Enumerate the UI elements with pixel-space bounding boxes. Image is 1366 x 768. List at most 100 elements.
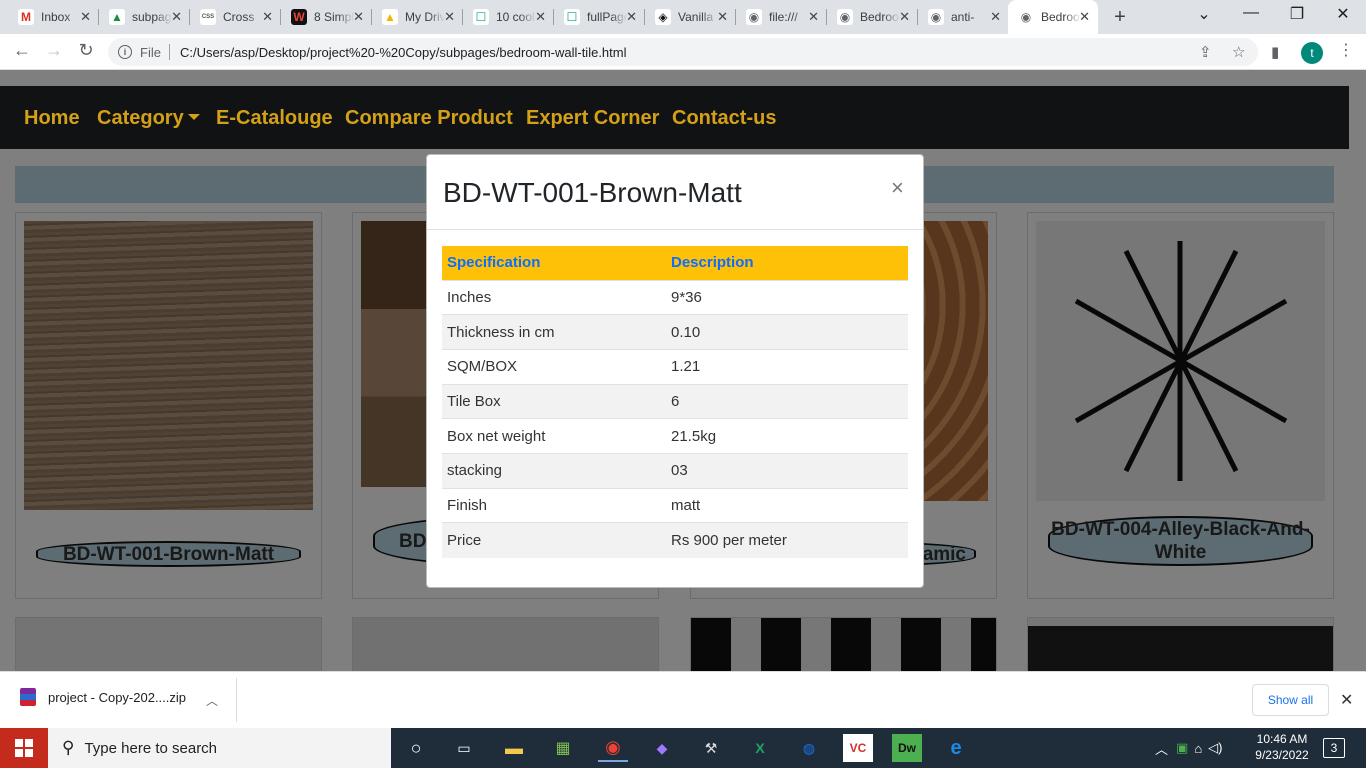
reload-icon[interactable]: ↻ <box>74 40 98 61</box>
browser-tab[interactable]: M Inbox ✕ <box>10 5 99 29</box>
spec-value: Rs 900 per meter <box>666 522 908 558</box>
browser-tab[interactable]: ◈ Vanilla ✕ <box>647 5 736 29</box>
volume-icon[interactable]: ◁) <box>1208 740 1222 756</box>
nav-home-link[interactable]: Home <box>24 107 80 130</box>
close-window-button[interactable]: ✕ <box>1331 4 1355 24</box>
search-icon: ⚲ <box>62 738 75 757</box>
archive-icon <box>20 688 36 706</box>
modal-divider <box>427 229 923 230</box>
close-tab-icon[interactable]: ✕ <box>262 9 273 25</box>
globe-icon: ◉ <box>928 9 944 25</box>
back-arrow-icon[interactable]: ← <box>10 40 34 61</box>
nav-category-dropdown[interactable]: Category <box>97 107 200 130</box>
tab-title: 8 Simple <box>314 10 354 24</box>
chevron-up-icon[interactable]: ︿ <box>1155 739 1168 758</box>
close-tab-icon[interactable]: ✕ <box>171 9 182 25</box>
taskbar-search-box[interactable]: ⚲ Type here to search <box>48 728 391 768</box>
store-icon[interactable]: ▦ <box>548 734 578 762</box>
close-tab-icon[interactable]: ✕ <box>717 9 728 25</box>
close-tab-icon[interactable]: ✕ <box>80 9 91 25</box>
tab-title: My Drive <box>405 10 445 24</box>
cortana-icon[interactable]: ○ <box>401 734 431 762</box>
system-clock[interactable]: 10:46 AM 9/23/2022 <box>1252 731 1312 763</box>
profile-avatar[interactable]: t <box>1301 42 1323 64</box>
drive-icon: ▲ <box>382 9 398 25</box>
close-tab-icon[interactable]: ✕ <box>899 9 910 25</box>
browser-tab[interactable]: ▲ My Drive✕ <box>374 5 463 29</box>
side-panel-icon[interactable]: ▮ <box>1271 43 1279 61</box>
column-header: Specification <box>442 246 666 280</box>
table-row: Tile Box 6 <box>442 383 908 419</box>
notification-center-icon[interactable]: 3 <box>1323 738 1345 758</box>
close-tab-icon[interactable]: ✕ <box>444 9 455 25</box>
bookmark-star-icon[interactable]: ☆ <box>1232 43 1245 61</box>
windows-start-button[interactable] <box>0 728 48 768</box>
share-icon[interactable]: ⇪ <box>1199 43 1212 61</box>
file-explorer-icon[interactable]: ▬ <box>499 734 529 762</box>
spec-name: Finish <box>442 487 666 523</box>
close-icon[interactable]: × <box>891 175 904 201</box>
browser-tab[interactable]: ☐ 10 cool ✕ <box>465 5 554 29</box>
network-icon[interactable]: ⌂ <box>1194 741 1202 756</box>
edge-icon[interactable]: e <box>941 734 971 762</box>
forward-arrow-icon[interactable]: → <box>42 40 66 61</box>
browser-tab[interactable]: CSS Cross ✕ <box>192 5 281 29</box>
browser-menu-icon[interactable]: ⋮ <box>1338 40 1354 60</box>
chevron-up-icon[interactable]: ︿ <box>206 692 218 709</box>
close-tab-icon[interactable]: ✕ <box>626 9 637 25</box>
tab-separator <box>553 9 554 25</box>
close-tab-icon[interactable]: ✕ <box>990 9 1001 25</box>
tab-separator <box>917 9 918 25</box>
tab-title: fullPage <box>587 10 627 24</box>
close-tab-icon[interactable]: ✕ <box>535 9 546 25</box>
browser-tab[interactable]: ▲ subpages✕ <box>101 5 190 29</box>
app-icon[interactable]: ◍ <box>794 734 824 762</box>
system-tray: ︿ ▣ ⌂ ◁) <box>1155 728 1223 768</box>
tray-app-icon[interactable]: ▣ <box>1176 740 1188 756</box>
browser-tab[interactable]: ◉ file:/// ✕ <box>738 5 827 29</box>
browser-tab[interactable]: W 8 Simple✕ <box>283 5 372 29</box>
close-tab-icon[interactable]: ✕ <box>808 9 819 25</box>
nav-compare-link[interactable]: Compare Product <box>345 107 513 130</box>
tab-search-icon[interactable]: ⌄ <box>1192 4 1216 24</box>
tools-icon[interactable]: ⚒ <box>696 734 726 762</box>
browser-tab[interactable]: ◉ Bedroom✕ <box>1008 0 1098 34</box>
minimize-button[interactable]: — <box>1239 4 1263 22</box>
close-tab-icon[interactable]: ✕ <box>353 9 364 25</box>
chrome-icon[interactable]: ◉ <box>598 734 628 762</box>
nav-category-label: Category <box>97 107 184 129</box>
table-row: Box net weight 21.5kg <box>442 418 908 454</box>
product-detail-modal: BD-WT-001-Brown-Matt × Specification Des… <box>426 154 924 588</box>
download-filename: project - Copy-202....zip <box>48 689 187 705</box>
spec-name: Thickness in cm <box>442 314 666 350</box>
file-scheme-label: File <box>140 44 161 60</box>
nav-expert-link[interactable]: Expert Corner <box>526 107 659 130</box>
vc-app-icon[interactable]: VC <box>843 734 873 762</box>
nav-ecatalogue-link[interactable]: E-Catalouge <box>216 107 333 130</box>
browser-tab[interactable]: ◉ anti- ✕ <box>920 5 1009 29</box>
task-view-icon[interactable]: ▭ <box>449 734 479 762</box>
url-text[interactable]: C:/Users/asp/Desktop/project%20-%20Copy/… <box>180 45 627 60</box>
new-tab-button[interactable]: + <box>1110 6 1130 29</box>
maximize-button[interactable]: ❐ <box>1285 4 1309 24</box>
download-item[interactable]: project - Copy-202....zip <box>20 688 186 706</box>
dreamweaver-icon[interactable]: Dw <box>892 734 922 762</box>
caret-down-icon <box>187 113 200 120</box>
nav-contact-link[interactable]: Contact-us <box>672 107 776 130</box>
visual-studio-icon[interactable]: ◆ <box>647 734 677 762</box>
browser-tab[interactable]: ☐ fullPage ✕ <box>556 5 645 29</box>
browser-tab[interactable]: ◉ Bedroom✕ <box>829 5 918 29</box>
url-omnibox[interactable]: i File C:/Users/asp/Desktop/project%20-%… <box>108 38 1258 66</box>
tab-title: Inbox <box>41 10 71 24</box>
excel-icon[interactable]: X <box>745 734 775 762</box>
close-tab-icon[interactable]: ✕ <box>1079 9 1090 25</box>
gmail-icon: M <box>18 9 34 25</box>
site-info-icon[interactable]: i <box>118 45 132 59</box>
spec-value: 03 <box>666 452 908 489</box>
windows-logo-icon <box>15 739 33 757</box>
clock-date: 9/23/2022 <box>1255 748 1309 762</box>
spec-name: Inches <box>442 279 666 315</box>
spec-name: Price <box>442 522 666 558</box>
show-all-button[interactable]: Show all <box>1252 684 1329 716</box>
close-icon[interactable]: ✕ <box>1340 690 1353 710</box>
